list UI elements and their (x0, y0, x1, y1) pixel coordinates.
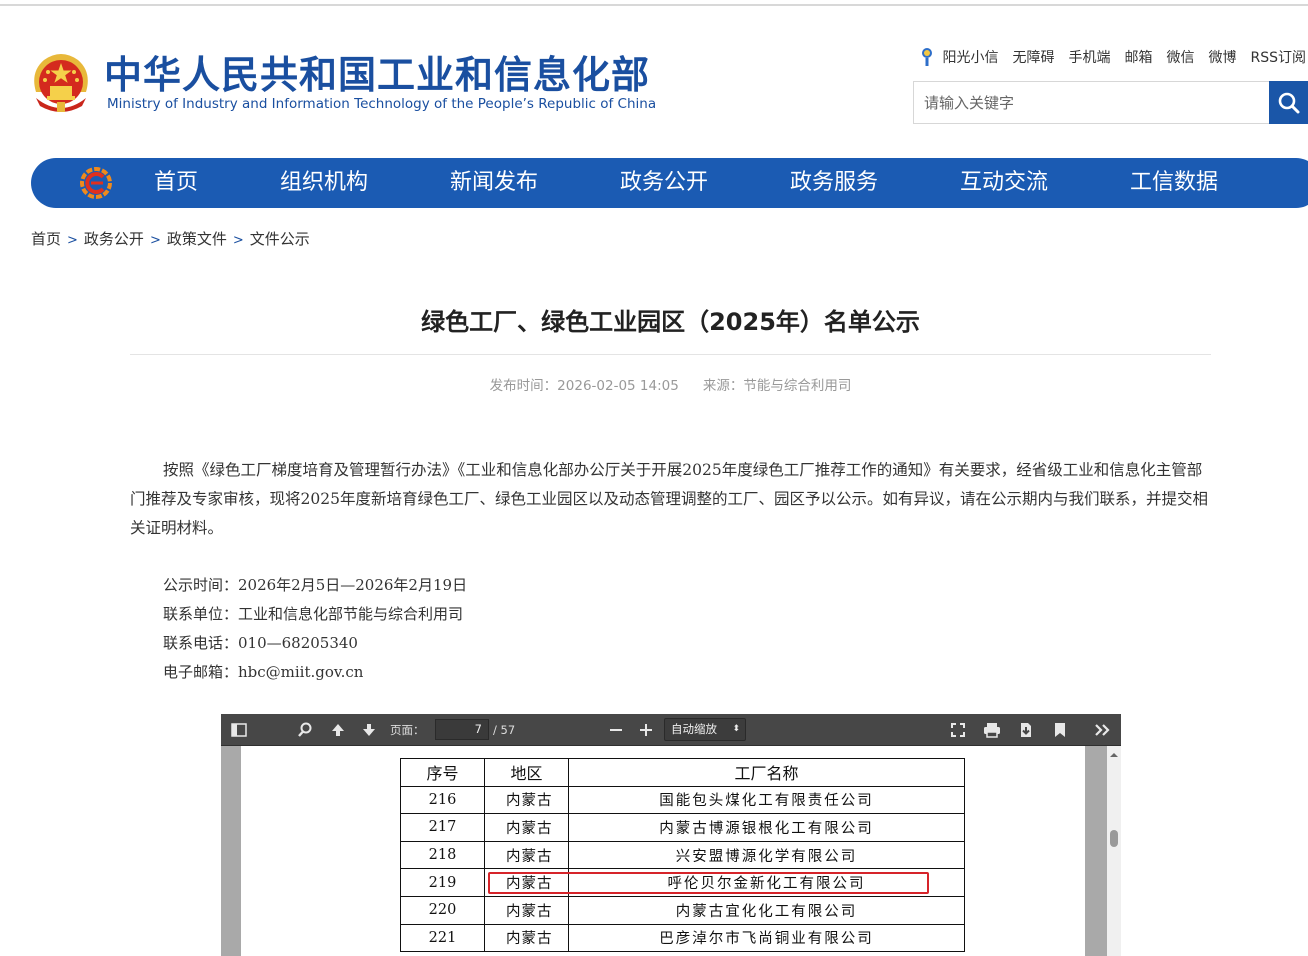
breadcrumb-policy-documents[interactable]: 政策文件 (167, 230, 227, 248)
quicklink-wechat[interactable]: 微信 (1166, 47, 1194, 67)
fullscreen-icon[interactable] (946, 714, 970, 746)
zoom-value: 自动缩放 (671, 722, 717, 736)
cell-index: 216 (400, 785, 485, 815)
print-icon[interactable] (980, 714, 1004, 746)
cell-factory-name: 巴彦淖尔市飞尚铜业有限公司 (568, 923, 965, 953)
search-input[interactable] (914, 82, 1270, 123)
scrollbar-thumb[interactable] (1110, 830, 1118, 847)
article-title: 绿色工厂、绿色工业园区（2025年）名单公示 (421, 308, 920, 336)
table-row: 221 内蒙古 巴彦淖尔市飞尚铜业有限公司 (400, 923, 965, 953)
cell-region: 内蒙古 (484, 840, 569, 870)
factory-table: 序号 地区 工厂名称 216 内蒙古 国能包头煤化工有限责任公司 217 内蒙古… (400, 758, 965, 953)
miit-logo-icon[interactable] (79, 166, 113, 200)
breadcrumb: 首页 > 政务公开 > 政策文件 > 文件公示 (31, 228, 310, 249)
article-body: 按照《绿色工厂梯度培育及管理暂行办法》《工业和信息化部办公厅关于开展2025年度… (130, 461, 1208, 537)
cell-index: 221 (400, 923, 485, 953)
main-nav: 首页 组织机构 新闻发布 政务公开 政务服务 互动交流 工信数据 (31, 158, 1308, 208)
quicklink-sunshine[interactable]: 阳光小信 (917, 46, 998, 68)
find-icon[interactable] (293, 714, 317, 746)
search-box (913, 81, 1308, 124)
top-rule (0, 4, 1308, 6)
table-row: 218 内蒙古 兴安盟博源化学有限公司 (400, 840, 965, 870)
next-page-icon[interactable] (357, 714, 381, 746)
nav-organization[interactable]: 组织机构 (280, 158, 368, 208)
quicklink-sunshine-label: 阳光小信 (942, 50, 999, 66)
page-total: / 57 (493, 723, 516, 737)
site-title: 中华人民共和国工业和信息化部 (104, 53, 651, 97)
cell-index: 217 (400, 813, 485, 842)
zoom-select[interactable]: 自动缩放 ⬍ (664, 718, 746, 741)
breadcrumb-separator: > (67, 233, 78, 248)
breadcrumb-government-affairs[interactable]: 政务公开 (84, 230, 144, 248)
publish-time: 发布时间：2026-02-05 14:05 (489, 378, 679, 394)
highlight-box (488, 872, 929, 894)
table-row: 220 内蒙古 内蒙古宜化化工有限公司 (400, 895, 965, 925)
contact-email: 电子邮箱：hbc@miit.gov.cn (163, 663, 364, 681)
nav-home[interactable]: 首页 (154, 158, 198, 208)
pdf-viewer: 页面： 7 / 57 自动缩放 ⬍ 序号 地区 工厂名称 216 内蒙古 国能包… (221, 714, 1121, 956)
page-number-input[interactable]: 7 (435, 719, 489, 740)
cell-factory-name: 内蒙古宜化化工有限公司 (568, 895, 965, 925)
nav-interaction[interactable]: 互动交流 (960, 158, 1048, 208)
sidebar-toggle-icon[interactable] (227, 714, 251, 746)
notice-period: 公示时间：2026年2月5日—2026年2月19日 (163, 576, 468, 594)
nav-government-affairs[interactable]: 政务公开 (620, 158, 708, 208)
header-index: 序号 (400, 758, 485, 787)
header-region: 地区 (484, 758, 569, 787)
site-subtitle: Ministry of Industry and Information Tec… (107, 96, 657, 112)
scroll-up-icon[interactable] (1107, 749, 1121, 761)
select-arrows-icon: ⬍ (732, 724, 740, 734)
article-meta: 发布时间：2026-02-05 14:05 来源：节能与综合利用司 (130, 374, 1211, 394)
cell-region: 内蒙古 (484, 895, 569, 925)
nav-news[interactable]: 新闻发布 (450, 158, 538, 208)
previous-page-icon[interactable] (326, 714, 350, 746)
cell-region: 内蒙古 (484, 923, 569, 953)
bookmark-icon[interactable] (1048, 714, 1072, 746)
table-header-row: 序号 地区 工厂名称 (400, 758, 965, 787)
cell-index: 218 (400, 840, 485, 870)
zoom-in-icon[interactable] (635, 714, 657, 746)
breadcrumb-home[interactable]: 首页 (31, 230, 61, 248)
search-button[interactable] (1269, 81, 1308, 124)
quicklink-mailbox[interactable]: 邮箱 (1124, 47, 1152, 67)
breadcrumb-separator: > (149, 233, 161, 248)
sunshine-mascot-icon (922, 48, 933, 66)
contact-unit: 联系单位：工业和信息化部节能与综合利用司 (163, 605, 464, 623)
cell-index: 219 (400, 868, 485, 897)
header-factory-name: 工厂名称 (568, 758, 965, 787)
quicklink-rss[interactable]: RSS订阅 (1250, 47, 1306, 67)
pdf-page: 序号 地区 工厂名称 216 内蒙古 国能包头煤化工有限责任公司 217 内蒙古… (241, 746, 1085, 956)
pdf-scrollbar[interactable] (1107, 746, 1121, 956)
cell-factory-name: 兴安盟博源化学有限公司 (568, 840, 965, 870)
contact-phone: 联系电话：010—68205340 (163, 634, 358, 652)
quicklink-accessibility[interactable]: 无障碍 (1012, 47, 1054, 67)
nav-data[interactable]: 工信数据 (1130, 158, 1218, 208)
cell-index: 220 (400, 895, 485, 925)
cell-region: 内蒙古 (484, 813, 569, 842)
page-label: 页面： (390, 723, 425, 737)
pdf-toolbar: 页面： 7 / 57 自动缩放 ⬍ (221, 714, 1121, 746)
zoom-out-icon[interactable] (605, 714, 627, 746)
nav-government-services[interactable]: 政务服务 (790, 158, 878, 208)
quicklinks: 阳光小信 无障碍 手机端 邮箱 微信 微博 RSS订阅 (917, 46, 1306, 68)
cell-factory-name: 内蒙古博源银根化工有限公司 (568, 813, 965, 842)
download-icon[interactable] (1014, 714, 1038, 746)
article-source: 来源：节能与综合利用司 (702, 378, 852, 394)
search-icon (1278, 92, 1299, 113)
title-divider (130, 354, 1211, 355)
table-row: 217 内蒙古 内蒙古博源银根化工有限公司 (400, 813, 965, 842)
table-row: 216 内蒙古 国能包头煤化工有限责任公司 (400, 785, 965, 815)
cell-region: 内蒙古 (484, 785, 569, 815)
more-tools-icon[interactable] (1089, 714, 1115, 746)
breadcrumb-document-notice[interactable]: 文件公示 (250, 230, 310, 248)
national-emblem-icon (34, 54, 88, 112)
quicklink-weibo[interactable]: 微博 (1208, 47, 1236, 67)
quicklink-mobile[interactable]: 手机端 (1068, 47, 1110, 67)
breadcrumb-separator: > (232, 233, 244, 248)
cell-factory-name: 国能包头煤化工有限责任公司 (568, 785, 965, 815)
